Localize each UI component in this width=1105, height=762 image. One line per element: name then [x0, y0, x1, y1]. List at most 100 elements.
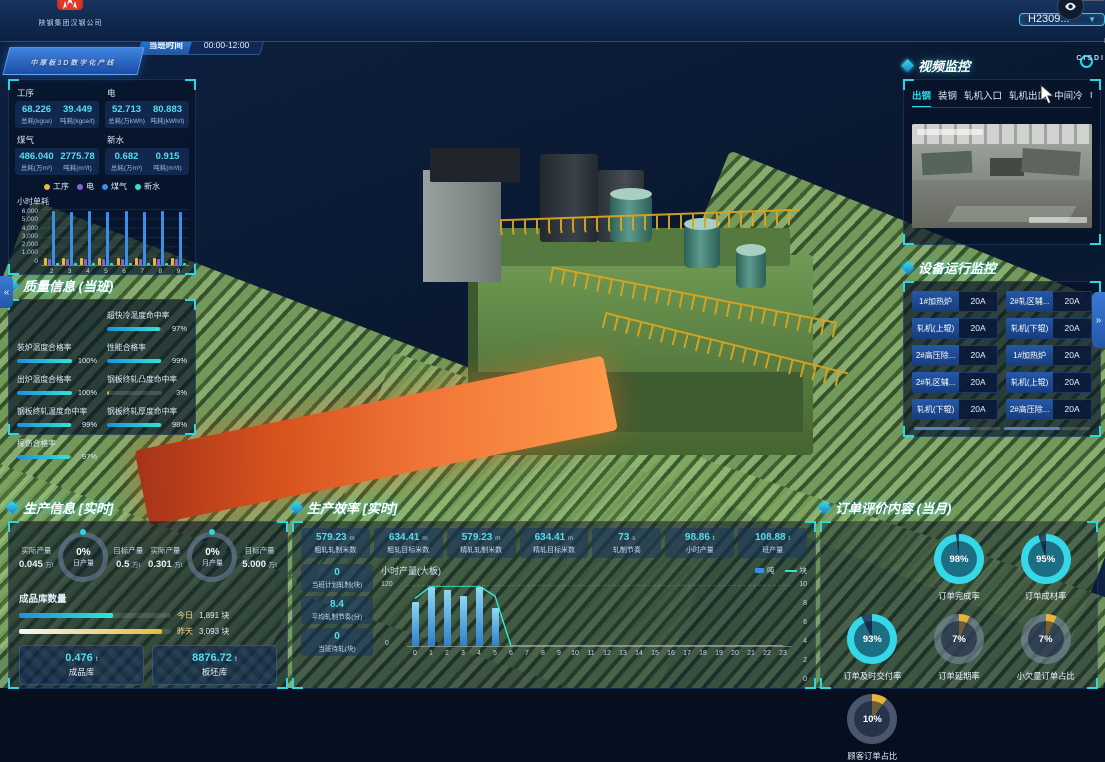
- hourly-chart-title: 小时产量(大板): [381, 564, 441, 577]
- cctv-machine: [921, 151, 972, 176]
- production-panel: 生产信息 [实时] 实际产量0.045 万t 0%日产量 目标产量0.5 万t …: [8, 498, 288, 689]
- tab-inter-cooling[interactable]: 中间冷: [1054, 88, 1083, 102]
- quality-panel: 质量信息 (当班) 超快冷温度命中率97% 装炉温度合格率100% 性能合格率9…: [8, 276, 196, 435]
- energy-panel: 能源监控 [当班] 工序 68.226总耗(kgce) 39.449吨耗(kgc…: [8, 56, 196, 275]
- day-target: 目标产量0.5 万t: [113, 545, 143, 570]
- devices-panel: 设备运行监控 1#加热炉20A 2#轧区辅...20A 轧机(上辊)20A 轧机…: [903, 258, 1101, 437]
- left-collapse-tab[interactable]: «: [0, 276, 13, 308]
- side-stat-box: 0当班计划轧制(块): [301, 564, 373, 592]
- month-actual: 实际产量0.301 万t: [148, 545, 183, 570]
- progress-bar: [107, 327, 160, 331]
- energy-cell-electric: 电 52.713总耗(万kWh) 80.883吨耗(kWh/t): [105, 87, 189, 128]
- month-production-gauge: 0%月产量: [187, 532, 237, 582]
- diamond-icon: [901, 59, 914, 72]
- order-donut-cell: 7%订单延期率: [916, 614, 1003, 682]
- device-row: 2#高压除...20A: [1006, 399, 1092, 420]
- progress-bar: [17, 359, 72, 363]
- hourly-chart-area: 小时产量(大板) 吨 块 1200 1086420 012345678910: [373, 564, 807, 657]
- slab-warehouse-box: 8876.72 t 板坯库: [152, 645, 277, 685]
- side-stat-box: 8.4平均轧制节奏(分): [301, 596, 373, 624]
- quality-item: 出炉温度合格率100%: [17, 374, 97, 397]
- scrollbar-thumb[interactable]: [914, 427, 970, 430]
- device-row: 轧机(下辊)20A: [912, 399, 998, 420]
- stat-box: 73 s轧制节奏: [592, 528, 661, 558]
- devices-card: 1#加热炉20A 2#轧区辅...20A 轧机(上辊)20A 轧机(下辊)20A…: [903, 281, 1101, 437]
- orders-card: 98%订单完成率 95%订单成材率 93%订单及时交付率 7%订单延期率 7%小…: [820, 521, 1098, 689]
- month-target: 目标产量5.000 万t: [242, 545, 277, 570]
- header-bar: 陕钢集团汉钢公司 中厚板3D数字化产线 H2309... ▼ CISDI: [0, 0, 1105, 42]
- cctv-feed[interactable]: [912, 124, 1092, 228]
- quality-item: 钢板终轧温度命中率99%: [17, 406, 97, 429]
- devices-grid: 1#加热炉20A 2#轧区辅...20A 轧机(上辊)20A 轧机(下辊)20A…: [912, 291, 1092, 420]
- quality-item: 钢板终轧凸度命中率3%: [107, 374, 187, 397]
- hourly-right-axis: 1086420: [799, 581, 807, 647]
- inventory-bar-fill: [19, 613, 113, 618]
- efficiency-stats-row: 579.23 m粗轧轧制米数 634.41 m粗轧目标米数 579.23 m精轧…: [301, 528, 807, 558]
- device-row: 1#加热炉20A: [912, 291, 998, 312]
- progress-bar: [107, 423, 161, 427]
- donut-gauge: 10%: [847, 694, 897, 744]
- scrollbar[interactable]: [914, 427, 1000, 430]
- progress-bar: [17, 455, 70, 459]
- stat-box: 634.41 m粗轧目标米数: [374, 528, 443, 558]
- tab-mill-exit[interactable]: 轧机出口: [1009, 88, 1047, 102]
- energy-cell-process: 工序 68.226总耗(kgce) 39.449吨耗(kgce/t): [15, 87, 99, 128]
- scrollbar-thumb[interactable]: [1004, 427, 1060, 430]
- order-donut-cell: 93%订单及时交付率: [829, 614, 916, 682]
- efficiency-panel: 生产效率 [实时] 579.23 m粗轧轧制米数 634.41 m粗轧目标米数 …: [292, 498, 816, 689]
- donut-gauge: 95%: [1021, 534, 1071, 584]
- visibility-toggle[interactable]: [1059, 0, 1105, 1]
- stat-box: 579.23 m粗轧轧制米数: [301, 528, 370, 558]
- legend-dot-icon: [44, 184, 50, 190]
- device-scrollbars: [912, 427, 1092, 430]
- quality-item: 性能合格率99%: [107, 342, 187, 365]
- donut-gauge: 98%: [934, 534, 984, 584]
- header-right: H2309... ▼ CISDI: [1019, 0, 1105, 62]
- warehouse-boxes: 0.476 t 成品库 8876.72 t 板坯库: [19, 645, 277, 685]
- line-legend-icon: [785, 570, 797, 572]
- tab-charging[interactable]: 装钢: [938, 88, 957, 102]
- dashboard: 陕钢集团汉钢公司 中厚板3D数字化产线 H2309... ▼ CISDI: [0, 0, 1105, 688]
- quality-item: 装炉温度合格率100%: [17, 342, 97, 365]
- progress-bar: [17, 391, 72, 395]
- cctv-timestamp-overlay: [917, 129, 983, 135]
- efficiency-card: 579.23 m粗轧轧制米数 634.41 m粗轧目标米数 579.23 m精轧…: [292, 521, 816, 689]
- right-collapse-tab[interactable]: »: [1092, 292, 1105, 348]
- tab-tapping[interactable]: 出钢: [912, 88, 931, 102]
- quality-item: 探伤合格率97%: [17, 438, 97, 461]
- tab-mill-entry[interactable]: 轧机入口: [964, 88, 1002, 102]
- stat-box: 579.23 m精轧轧制米数: [447, 528, 516, 558]
- device-row: 轧机(上辊)20A: [912, 318, 998, 339]
- hourly-plot: [407, 585, 791, 647]
- hourly-left-axis: 1200: [381, 581, 393, 647]
- device-row: 轧机(下辊)20A: [1006, 318, 1092, 339]
- production-panel-title: 生产信息 [实时]: [8, 498, 288, 517]
- production-card: 实际产量0.045 万t 0%日产量 目标产量0.5 万t 实际产量0.301 …: [8, 521, 288, 689]
- device-row: 2#轧区辅...20A: [912, 372, 998, 393]
- chevron-down-icon: ▼: [1088, 16, 1096, 24]
- header-left: 陕钢集团汉钢公司 中厚板3D数字化产线: [0, 0, 141, 62]
- orders-panel: 订单评价内容 (当月) 98%订单完成率 95%订单成材率 93%订单及时交付率…: [820, 498, 1098, 689]
- energy-bar-chart: 6,0005,0004,0003,0002,0001,0000 23456789: [15, 209, 189, 266]
- diamond-icon: [901, 261, 914, 274]
- day-actual: 实际产量0.045 万t: [19, 545, 54, 570]
- device-row: 2#轧区辅...20A: [1006, 291, 1092, 312]
- production-gauges-row: 实际产量0.045 万t 0%日产量 目标产量0.5 万t 实际产量0.301 …: [19, 532, 277, 582]
- order-donut-cell: 95%订单成材率: [1002, 534, 1089, 602]
- corner-brackets: [17, 310, 97, 333]
- energy-chart-legend: 工序 电 煤气 新水: [15, 181, 189, 192]
- scrollbar[interactable]: [1004, 427, 1090, 430]
- energy-grid: 工序 68.226总耗(kgce) 39.449吨耗(kgce/t) 电 52.…: [15, 87, 189, 175]
- energy-y-axis: 6,0005,0004,0003,0002,0001,0000: [15, 209, 41, 265]
- donut-gauge: 7%: [934, 614, 984, 664]
- progress-bar: [17, 423, 71, 427]
- diamond-icon: [6, 501, 19, 514]
- cooling-cylinder: [736, 250, 766, 288]
- tab-motor-rollers[interactable]: 电动辊道: [1090, 88, 1092, 102]
- company-logo-icon: [57, 0, 83, 10]
- quality-item: 钢板终轧厚度命中率98%: [107, 406, 187, 429]
- side-stat-box: 0当班待轧(块): [301, 628, 373, 656]
- progress-bar: [107, 391, 109, 395]
- inventory-bar-today: 今日 1,891 块: [19, 610, 277, 621]
- device-row: 1#加热炉20A: [1006, 345, 1092, 366]
